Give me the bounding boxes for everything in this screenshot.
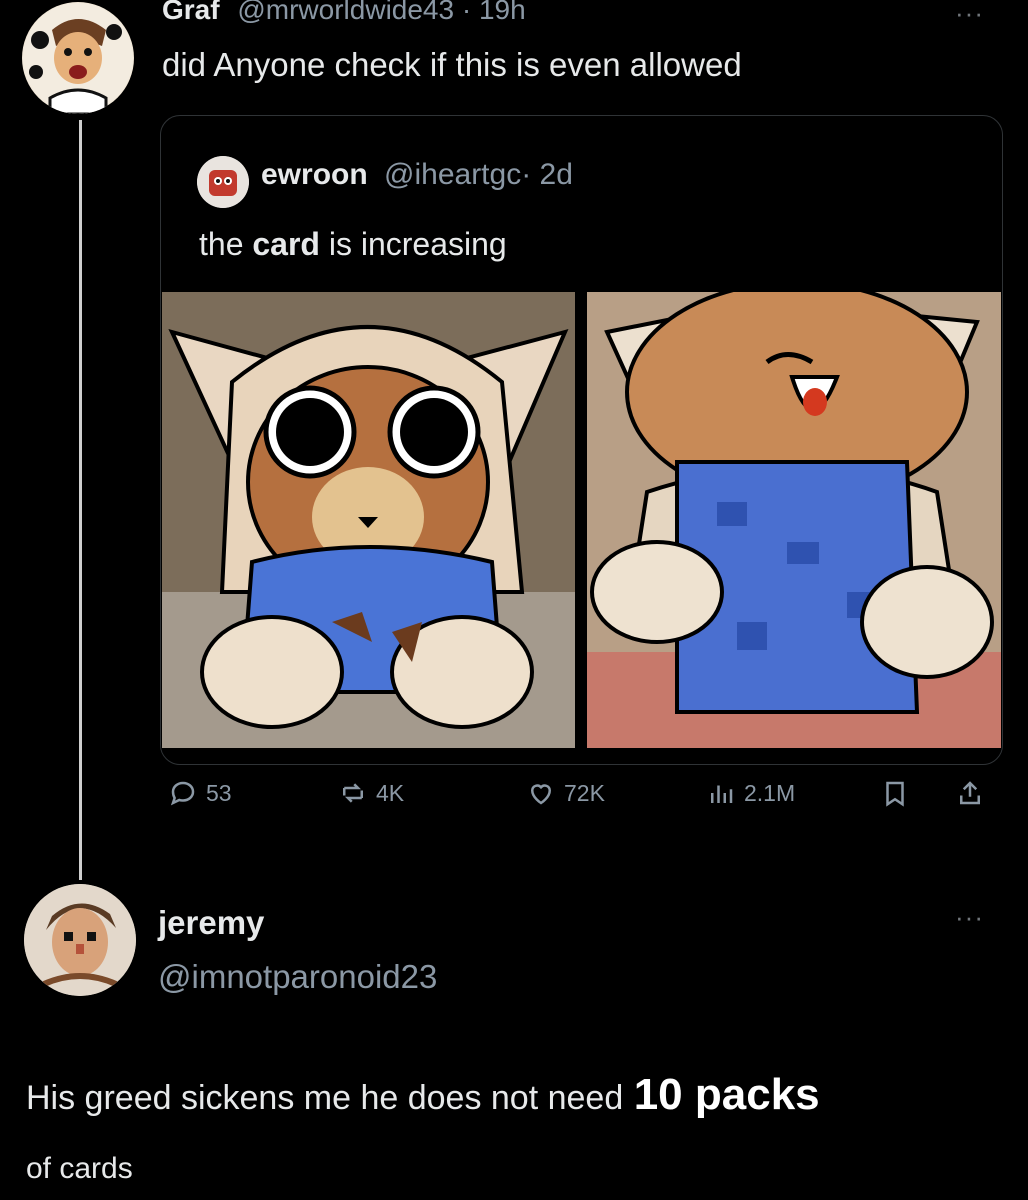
reply-text-emph: 10 packs [633, 1070, 820, 1119]
post-author-handle[interactable]: @mrworldwide43 [237, 0, 454, 25]
like-count: 72K [564, 779, 605, 806]
plush-image-left [162, 292, 575, 748]
reply-text-line1: His greed sickens me he does not need 10… [26, 1070, 820, 1120]
quoted-post[interactable]: ewroon @iheartgc· 2d the card is increas… [160, 115, 1003, 765]
share-icon [960, 781, 980, 805]
reply-icon [170, 781, 195, 806]
thread-line [79, 120, 82, 880]
reply-count: 53 [206, 779, 232, 806]
like-icon [530, 784, 552, 805]
quote-text-after: is increasing [328, 226, 507, 262]
reply-text-main: His greed sickens me he does not need [26, 1079, 624, 1117]
reply-text-tail: of cards [26, 1152, 133, 1185]
views-count: 2.1M [744, 779, 796, 806]
quote-header: ewroon @iheartgc· 2d [261, 158, 573, 192]
post-header: Graf @mrworldwide43 · 19h [162, 0, 526, 26]
post-text: did Anyone check if this is even allowed [162, 46, 742, 83]
quote-text-bold: card [252, 226, 320, 262]
like-action[interactable]: 72K [526, 778, 605, 808]
quote-author-handle[interactable]: @iheartgc [384, 158, 521, 191]
bookmark-action[interactable] [880, 778, 910, 808]
plush-image-right [587, 292, 1001, 748]
post-author-name[interactable]: Graf [162, 0, 220, 25]
repost-count: 4K [376, 779, 405, 806]
quote-avatar[interactable] [197, 156, 249, 208]
reply-more-icon[interactable]: ··· [955, 904, 984, 930]
quote-text-before: the [199, 226, 244, 262]
views-icon [711, 785, 733, 803]
quote-text: the card is increasing [199, 226, 507, 263]
quote-author-name[interactable]: ewroon [261, 158, 368, 191]
repost-action[interactable]: 4K [338, 778, 404, 808]
bookmark-icon [886, 781, 904, 807]
quote-image-2[interactable] [587, 292, 1001, 748]
jeremy-avatar[interactable] [24, 884, 136, 996]
post-more-icon[interactable]: ··· [955, 0, 984, 26]
quote-avatar-drawing [197, 156, 249, 208]
quote-time[interactable]: · 2d [521, 158, 573, 191]
graf-avatar[interactable] [22, 2, 134, 114]
reply-action[interactable]: 53 [168, 778, 232, 808]
views-action[interactable]: 2.1M [706, 778, 795, 808]
share-action[interactable] [955, 778, 985, 808]
post-time[interactable]: · 19h [462, 0, 526, 25]
reply-author-name[interactable]: jeremy [158, 904, 264, 942]
quote-image-1[interactable] [162, 292, 575, 748]
jeremy-avatar-drawing [24, 884, 136, 996]
repost-icon [343, 783, 363, 803]
reply-author-handle[interactable]: @imnotparonoid23 [158, 958, 437, 996]
graf-avatar-drawing [23, 3, 133, 114]
